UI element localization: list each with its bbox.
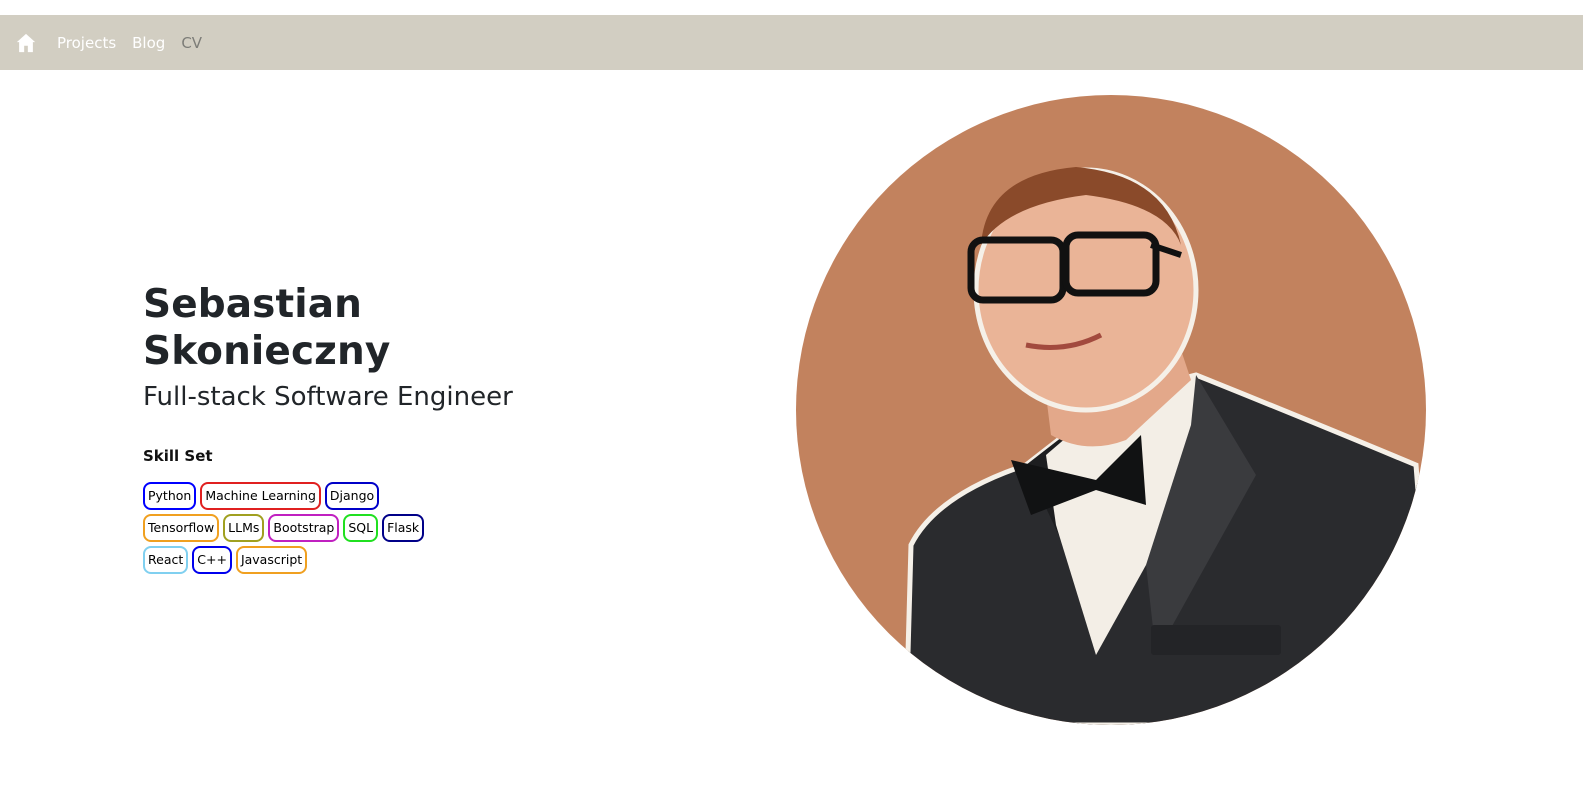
hero-section: Sebastian Skonieczny Full-stack Software…: [0, 70, 1583, 790]
navbar: Projects Blog CV: [0, 15, 1583, 70]
nav-link-projects[interactable]: Projects: [57, 34, 116, 52]
profile-name: Sebastian Skonieczny: [143, 282, 391, 374]
profile-photo: [796, 95, 1426, 725]
skill-badge-python: Python: [143, 481, 197, 510]
skill-badge-llms: LLMs: [223, 513, 265, 542]
skill-badge-django: Django: [324, 481, 380, 510]
skill-list: Python Machine Learning Django Tensorflow LL…: [143, 481, 453, 574]
skill-badge-c: C++: [192, 545, 232, 574]
skill-badge-flask: Flask: [382, 513, 425, 542]
top-gap: [0, 0, 1583, 15]
nav-link-cv[interactable]: CV: [181, 34, 202, 52]
home-icon: [16, 33, 36, 52]
skill-badge-javascript: Javascript: [235, 545, 308, 574]
nav-link-blog[interactable]: Blog: [132, 34, 165, 52]
intro: Sebastian Skonieczny Full-stack Software…: [143, 282, 603, 574]
home-link[interactable]: [15, 31, 39, 55]
skill-badge-bootstrap: Bootstrap: [268, 513, 340, 542]
skill-badge-react: React: [143, 545, 189, 574]
skill-badge-sql: SQL: [343, 513, 379, 542]
skill-set-heading: Skill Set: [143, 446, 213, 465]
skill-badge-tensorflow: Tensorflow: [143, 513, 220, 542]
profile-title: Full-stack Software Engineer: [143, 381, 513, 412]
skill-badge-machine-learning: Machine Learning: [200, 481, 321, 510]
